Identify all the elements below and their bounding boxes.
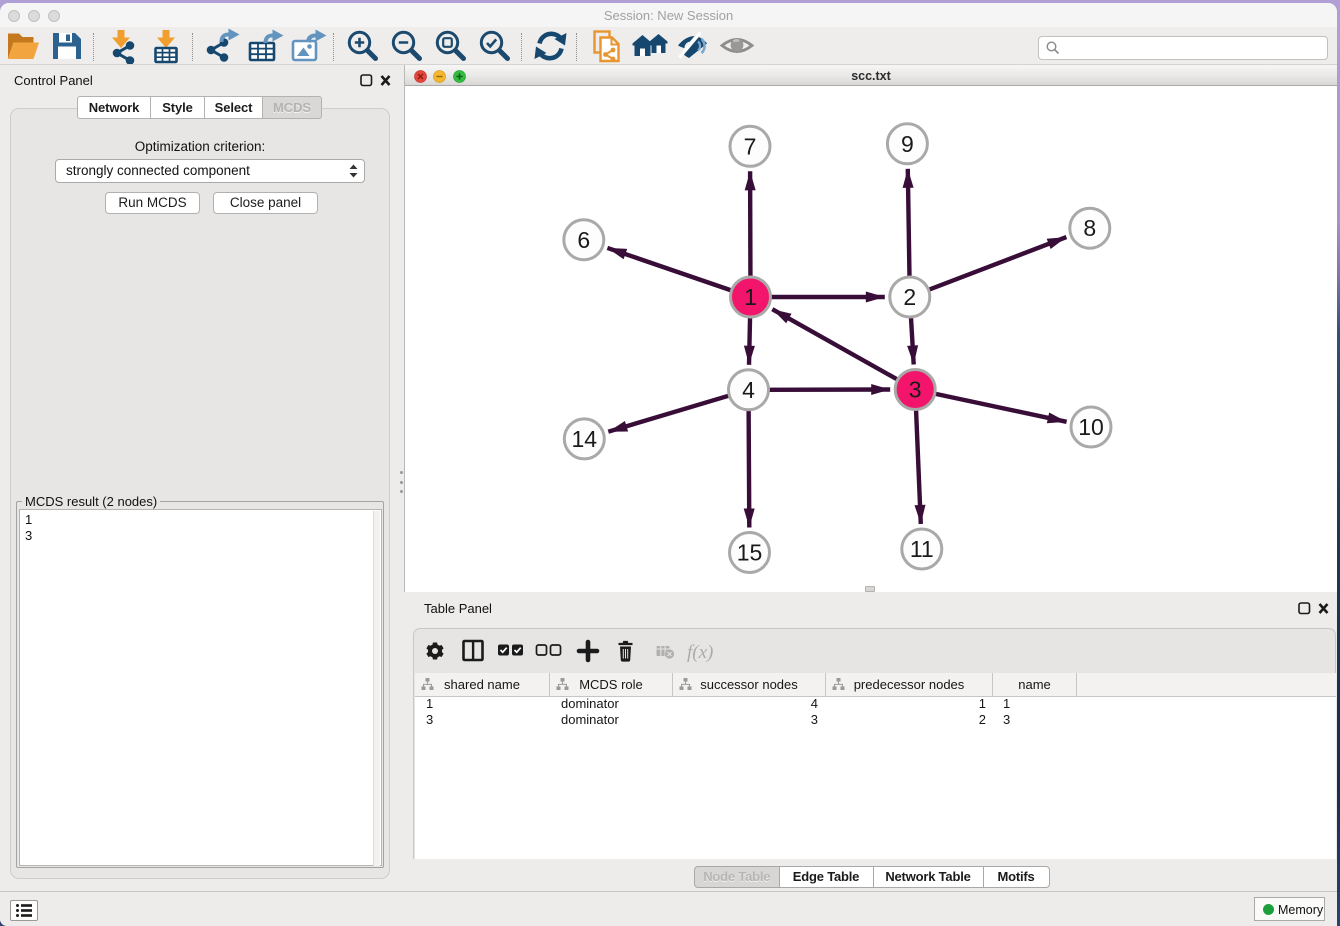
svg-text:14: 14 [572,426,598,452]
svg-text:6: 6 [577,227,590,253]
svg-text:15: 15 [737,540,763,566]
svg-text:1: 1 [744,284,757,310]
svg-text:7: 7 [744,133,757,159]
svg-text:11: 11 [910,536,934,562]
svg-text:f(x): f(x) [687,642,713,663]
svg-text:9: 9 [901,131,914,157]
svg-text:2: 2 [903,284,916,310]
svg-text:10: 10 [1078,414,1104,440]
svg-text:8: 8 [1083,215,1096,241]
svg-text:3: 3 [909,377,922,403]
svg-text:4: 4 [742,377,755,403]
